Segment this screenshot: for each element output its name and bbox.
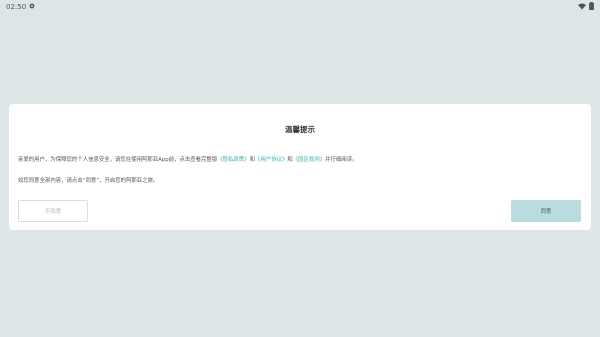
- wifi-icon: [578, 3, 586, 12]
- battery-icon: [589, 2, 594, 12]
- privacy-consent-dialog: 温馨提示 亲爱的用户，为保障您的个人信息安全，请您在使用阿那亚App前，点击查看…: [9, 104, 591, 230]
- status-left: 02:50: [6, 3, 35, 11]
- status-time: 02:50: [6, 3, 27, 11]
- notification-settings-icon: [29, 3, 35, 11]
- message-suffix: 并仔细阅读。: [325, 157, 358, 163]
- user-agreement-link[interactable]: 《用户协议》: [255, 157, 287, 163]
- dialog-message-line1: 亲爱的用户，为保障您的个人信息安全，请您在使用阿那亚App前，点击查看完整版《隐…: [18, 155, 357, 163]
- decline-button[interactable]: 不同意: [18, 200, 88, 222]
- status-bar: 02:50: [0, 0, 600, 14]
- community-rules-link[interactable]: 《园区规则》: [293, 157, 325, 163]
- status-right: [578, 2, 594, 12]
- message-prefix: 亲爱的用户，为保障您的个人信息安全，请您在使用阿那亚App前，点击查看完整版: [18, 157, 218, 163]
- dialog-message-line2: 如您同意全部内容，请点击“同意”，开启您的阿那亚之旅。: [18, 178, 159, 184]
- dialog-title: 温馨提示: [285, 125, 315, 134]
- privacy-policy-link[interactable]: 《隐私政策》: [217, 157, 249, 163]
- agree-button[interactable]: 同意: [511, 200, 581, 222]
